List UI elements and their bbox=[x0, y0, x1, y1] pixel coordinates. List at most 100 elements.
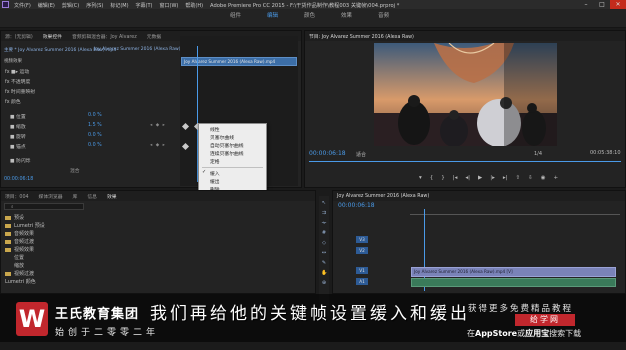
track-v1[interactable]: V1 bbox=[356, 267, 368, 274]
menu-item-ease-out[interactable]: 缓出 bbox=[210, 178, 220, 185]
effect-controls-timecode[interactable]: 00:00:06:18 bbox=[4, 177, 33, 182]
lift-icon[interactable]: ⇧ bbox=[516, 175, 521, 181]
workspace-tab-audio[interactable]: 音频 bbox=[378, 11, 389, 19]
property-scale[interactable]: ■ 缩放 bbox=[10, 123, 26, 130]
effect-time-remap[interactable]: fx 时间重映射 bbox=[5, 88, 35, 95]
go-to-out-icon[interactable]: ▸| bbox=[503, 175, 508, 181]
menu-bar: 文件(F) 编辑(E) 剪辑(C) 序列(S) 标记(M) 字幕(T) 窗口(W… bbox=[14, 2, 203, 9]
zoom-tool-icon[interactable]: ⊕ bbox=[321, 280, 327, 286]
property-antiflicker[interactable]: ■ 防闪烁 bbox=[10, 157, 30, 164]
menu-file[interactable]: 文件(F) bbox=[14, 2, 31, 9]
folder-icon bbox=[5, 239, 11, 244]
menu-item-hold[interactable]: 定格 bbox=[210, 158, 220, 165]
go-to-in-icon[interactable]: |◂ bbox=[453, 175, 458, 181]
effect-motion[interactable]: fx ■▸ 运动 bbox=[5, 68, 29, 75]
play-icon[interactable]: ▶ bbox=[478, 175, 482, 181]
tab-metadata[interactable]: 元数据 bbox=[147, 33, 161, 40]
hand-tool-icon[interactable]: ✋ bbox=[321, 270, 327, 276]
property-anchor-value[interactable]: 0.0 % bbox=[88, 143, 102, 148]
button-editor-icon[interactable]: + bbox=[554, 175, 559, 181]
effect-lumetri-color[interactable]: Lumetri 颜色 bbox=[5, 278, 36, 285]
effect-color[interactable]: fx 颜色 bbox=[5, 98, 21, 105]
effect-opacity[interactable]: fx 不透明度 bbox=[5, 78, 30, 85]
effects-search-input[interactable]: ⌕ bbox=[4, 203, 84, 210]
timeline-ruler[interactable] bbox=[410, 210, 620, 215]
property-scale-value[interactable]: 1.5 % bbox=[88, 123, 102, 128]
minimize-icon[interactable]: – bbox=[578, 0, 594, 9]
track-select-tool-icon[interactable]: ⇉ bbox=[321, 210, 327, 216]
tab-media-browser[interactable]: 媒体浏览器 bbox=[39, 193, 63, 200]
step-back-icon[interactable]: ◂| bbox=[465, 175, 470, 181]
menu-marker[interactable]: 标记(M) bbox=[110, 2, 128, 9]
folder-video-effects[interactable]: 视频效果 bbox=[5, 246, 34, 253]
tab-sequence[interactable]: Joy Alvarez Summer 2016 (Alexa Raw) bbox=[337, 194, 429, 199]
menu-item-continuous-bezier[interactable]: 连续贝塞尔曲线 bbox=[210, 150, 244, 157]
menu-item-auto-bezier[interactable]: 自动贝塞尔曲线 bbox=[210, 142, 244, 149]
mini-timeline-clip[interactable]: Joy Alvarez Summer 2016 (Alexa Raw).mp4 bbox=[181, 57, 297, 66]
folder-video-transitions[interactable]: 视频过渡 bbox=[5, 270, 34, 277]
track-v3[interactable]: V3 bbox=[356, 236, 368, 243]
property-anchor[interactable]: ■ 锚点 bbox=[10, 143, 26, 150]
resolution-dropdown[interactable]: 1/4 bbox=[534, 151, 542, 157]
track-v2[interactable]: V2 bbox=[356, 247, 368, 254]
tab-info[interactable]: 信息 bbox=[87, 193, 97, 200]
menu-clip[interactable]: 剪辑(C) bbox=[62, 2, 79, 9]
property-position[interactable]: ■ 位置 bbox=[10, 113, 26, 120]
timeline-current-time[interactable]: 00:00:06:18 bbox=[338, 202, 375, 209]
timeline-clip-audio[interactable] bbox=[411, 278, 616, 287]
keyframe-nav-icon[interactable]: ◂ ◆ ▸ bbox=[150, 123, 166, 128]
ripple-edit-tool-icon[interactable]: ⟛ bbox=[321, 220, 327, 226]
pen-tool-icon[interactable]: ✎ bbox=[321, 260, 327, 266]
workspace-tab-effects[interactable]: 效果 bbox=[341, 11, 352, 19]
mark-out-icon[interactable]: } bbox=[441, 175, 445, 181]
property-rotation-value[interactable]: 0.0 % bbox=[88, 133, 102, 138]
tab-program[interactable]: 节目: Joy Alvarez Summer 2016 (Alexa Raw) bbox=[309, 33, 414, 40]
close-icon[interactable]: ✕ bbox=[610, 0, 626, 9]
folder-lumetri-presets[interactable]: Lumetri 预设 bbox=[5, 222, 45, 229]
tab-effect-controls[interactable]: 效果控件 bbox=[43, 33, 62, 40]
extract-icon[interactable]: ⇩ bbox=[528, 175, 533, 181]
razor-tool-icon[interactable]: ◇ bbox=[321, 240, 327, 246]
menu-help[interactable]: 帮助(H) bbox=[185, 2, 203, 9]
tab-effects[interactable]: 效果 bbox=[107, 193, 117, 200]
menu-item-ease-in[interactable]: 缓入 bbox=[210, 170, 220, 177]
menu-window[interactable]: 窗口(W) bbox=[160, 2, 179, 9]
mark-in-icon[interactable]: { bbox=[430, 175, 434, 181]
tab-audio-mixer[interactable]: 音频剪辑混合器：Joy Alvarez bbox=[72, 33, 137, 40]
menu-edit[interactable]: 编辑(E) bbox=[38, 2, 55, 9]
workspace-tab-editing[interactable]: 编辑 bbox=[267, 11, 278, 19]
timeline-clip-video[interactable]: Joy Alvarez Summer 2016 (Alexa Raw).mp4 … bbox=[411, 267, 616, 277]
step-forward-icon[interactable]: |▸ bbox=[490, 175, 495, 181]
menu-title[interactable]: 字幕(T) bbox=[136, 2, 153, 9]
effect-item-scale[interactable]: 缩放 bbox=[14, 262, 24, 269]
workspace-tab-color[interactable]: 颜色 bbox=[304, 11, 315, 19]
export-frame-icon[interactable]: ◉ bbox=[541, 175, 546, 181]
maximize-icon[interactable]: □ bbox=[594, 0, 610, 9]
add-marker-icon[interactable]: ▾ bbox=[419, 175, 422, 181]
program-video-frame[interactable] bbox=[374, 43, 557, 146]
tab-libraries[interactable]: 库 bbox=[73, 193, 78, 200]
menu-item-linear[interactable]: 线性 bbox=[210, 126, 220, 133]
menu-sequence[interactable]: 序列(S) bbox=[86, 2, 103, 9]
slip-tool-icon[interactable]: ↔ bbox=[321, 250, 327, 256]
keyframe-nav-icon[interactable]: ◂ ◆ ▸ bbox=[150, 143, 166, 148]
property-rotation[interactable]: ■ 旋转 bbox=[10, 133, 26, 140]
menu-item-bezier[interactable]: 贝塞尔曲线 bbox=[210, 134, 234, 141]
rolling-edit-tool-icon[interactable]: # bbox=[321, 230, 327, 236]
workspace-tab-assembly[interactable]: 组件 bbox=[230, 11, 241, 19]
fit-dropdown[interactable]: 适合 bbox=[356, 151, 366, 158]
folder-icon bbox=[5, 247, 11, 252]
selection-tool-icon[interactable]: ↖ bbox=[321, 200, 327, 206]
folder-icon bbox=[5, 215, 11, 220]
property-position-value[interactable]: 0.0 % bbox=[88, 113, 102, 118]
tab-source[interactable]: 源：(无剪辑) bbox=[5, 33, 33, 40]
program-scrubber[interactable] bbox=[309, 161, 621, 162]
folder-audio-effects[interactable]: 音频效果 bbox=[5, 230, 34, 237]
folder-presets[interactable]: 预设 bbox=[5, 214, 24, 221]
program-current-time[interactable]: 00:00:06:18 bbox=[309, 150, 346, 157]
effect-item-position[interactable]: 位置 bbox=[14, 254, 24, 261]
tab-project[interactable]: 项目：004 bbox=[5, 193, 29, 200]
track-a1[interactable]: A1 bbox=[356, 278, 368, 285]
program-duration: 00:05:38:10 bbox=[590, 150, 621, 156]
folder-audio-transitions[interactable]: 音频过渡 bbox=[5, 238, 34, 245]
